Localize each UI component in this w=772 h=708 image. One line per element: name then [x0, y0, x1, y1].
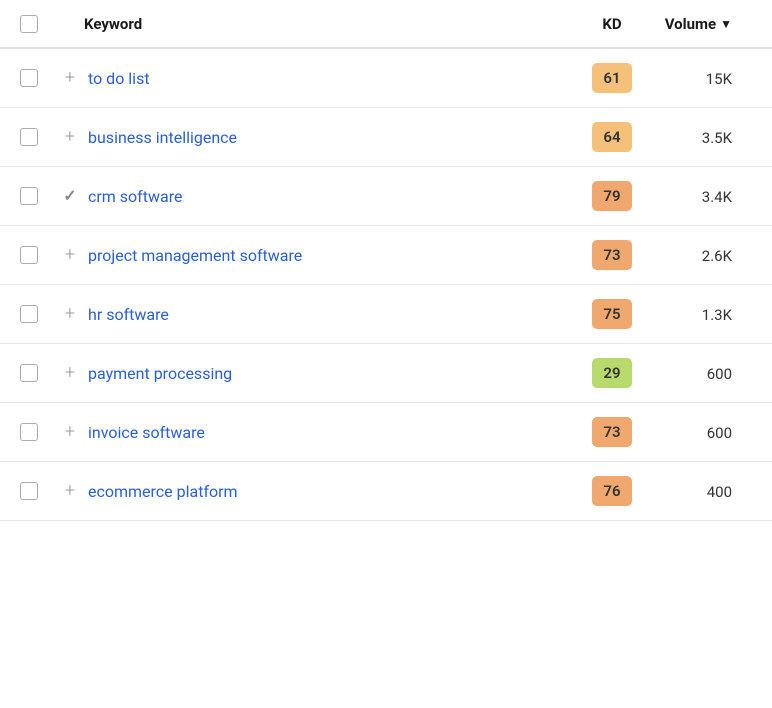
plus-icon[interactable]: +: [65, 246, 75, 264]
table-row: + hr software 75 1.3K: [0, 285, 772, 344]
kd-badge-8: 76: [592, 476, 632, 506]
volume-value-3: 3.4K: [702, 188, 732, 206]
keyword-link-8[interactable]: ecommerce platform: [88, 482, 238, 501]
keyword-link-1[interactable]: to do list: [88, 69, 150, 88]
action-col-7: +: [56, 423, 84, 441]
volume-value-6: 600: [707, 365, 732, 383]
action-col-3: ✓: [56, 188, 84, 204]
kd-column-header: KD: [602, 15, 621, 33]
keyword-link-5[interactable]: hr software: [88, 305, 169, 324]
volume-value-4: 2.6K: [702, 247, 732, 265]
check-icon[interactable]: ✓: [63, 188, 76, 204]
kd-badge-2: 64: [592, 122, 632, 152]
plus-icon[interactable]: +: [65, 69, 75, 87]
plus-icon[interactable]: +: [65, 305, 75, 323]
row-checkbox-1[interactable]: [20, 69, 38, 87]
table-row: + ecommerce platform 76 400: [0, 462, 772, 521]
keyword-link-4[interactable]: project management software: [88, 246, 302, 265]
kd-badge-3: 79: [592, 181, 632, 211]
action-col-2: +: [56, 128, 84, 146]
keyword-link-3[interactable]: crm software: [88, 187, 182, 206]
table-row: + invoice software 73 600: [0, 403, 772, 462]
volume-column-header: Volume: [665, 15, 716, 33]
action-col-4: +: [56, 246, 84, 264]
kd-badge-6: 29: [592, 358, 632, 388]
kd-badge-4: 73: [592, 240, 632, 270]
table-header: Keyword KD Volume ▼: [0, 0, 772, 49]
action-col-8: +: [56, 482, 84, 500]
action-col-6: +: [56, 364, 84, 382]
row-checkbox-5[interactable]: [20, 305, 38, 323]
volume-value-1: 15K: [706, 70, 732, 88]
row-checkbox-2[interactable]: [20, 128, 38, 146]
keyword-link-6[interactable]: payment processing: [88, 364, 232, 383]
keyword-table: Keyword KD Volume ▼ + to do list 61: [0, 0, 772, 521]
action-col-5: +: [56, 305, 84, 323]
row-checkbox-7[interactable]: [20, 423, 38, 441]
row-checkbox-3[interactable]: [20, 187, 38, 205]
keyword-link-2[interactable]: business intelligence: [88, 128, 237, 147]
sort-arrow-icon[interactable]: ▼: [720, 17, 732, 31]
table-row: + business intelligence 64 3.5K: [0, 108, 772, 167]
keyword-link-7[interactable]: invoice software: [88, 423, 205, 442]
volume-value-5: 1.3K: [702, 306, 732, 324]
row-checkbox-4[interactable]: [20, 246, 38, 264]
volume-value-2: 3.5K: [702, 129, 732, 147]
kd-badge-1: 61: [592, 63, 632, 93]
select-all-checkbox[interactable]: [20, 15, 38, 33]
action-col-1: +: [56, 69, 84, 87]
table-row: + payment processing 29 600: [0, 344, 772, 403]
plus-icon[interactable]: +: [65, 482, 75, 500]
row-checkbox-6[interactable]: [20, 364, 38, 382]
table-row: + project management software 73 2.6K: [0, 226, 772, 285]
volume-value-7: 600: [707, 424, 732, 442]
table-body: + to do list 61 15K + business intellige…: [0, 49, 772, 521]
plus-icon[interactable]: +: [65, 364, 75, 382]
keyword-column-header: Keyword: [84, 15, 142, 33]
plus-icon[interactable]: +: [65, 128, 75, 146]
volume-value-8: 400: [707, 483, 732, 501]
row-checkbox-8[interactable]: [20, 482, 38, 500]
table-row: ✓ crm software 79 3.4K: [0, 167, 772, 226]
kd-badge-5: 75: [592, 299, 632, 329]
table-row: + to do list 61 15K: [0, 49, 772, 108]
plus-icon[interactable]: +: [65, 423, 75, 441]
kd-badge-7: 73: [592, 417, 632, 447]
